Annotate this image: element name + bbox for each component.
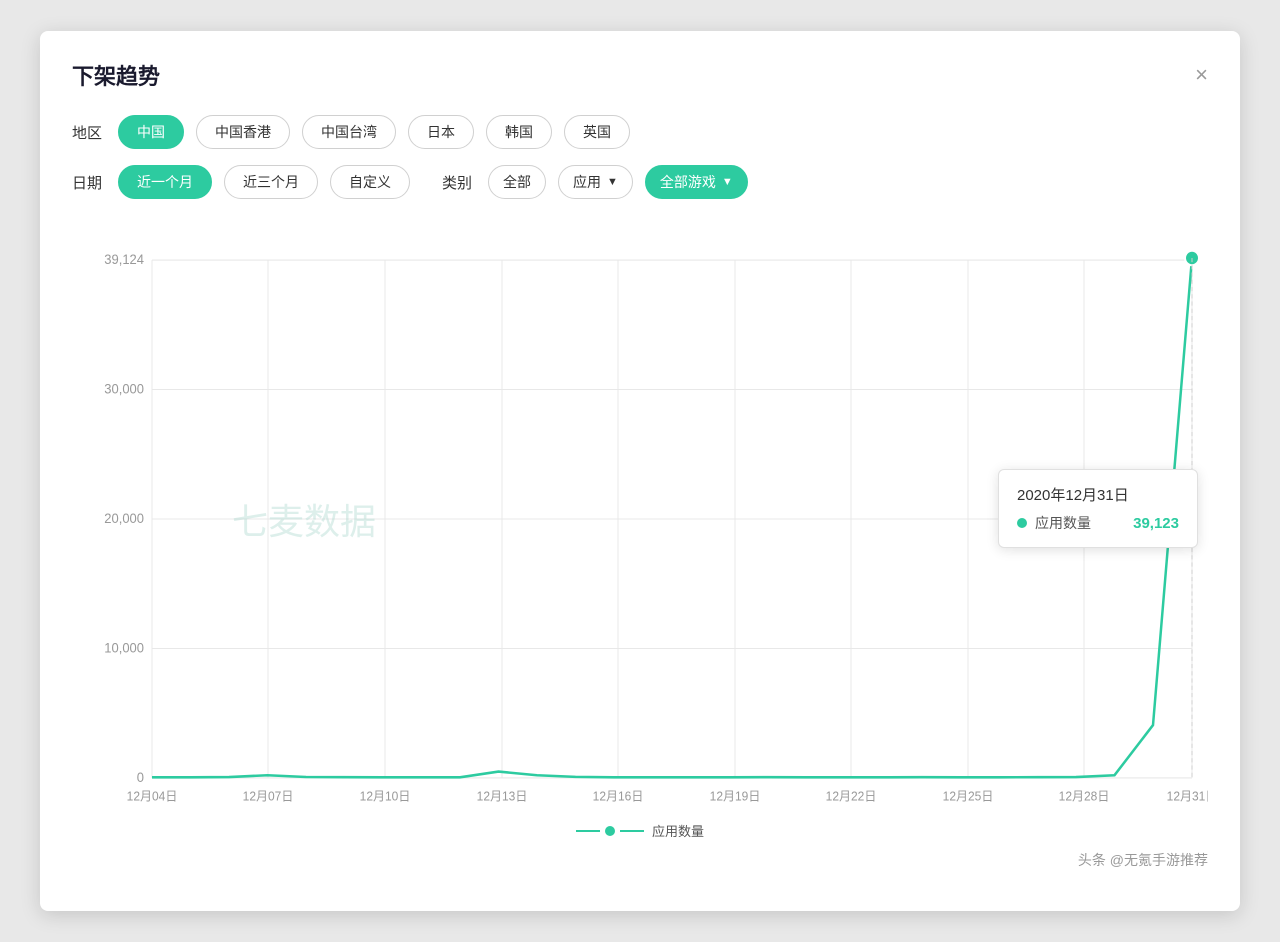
svg-text:12月07日: 12月07日: [243, 790, 294, 804]
svg-text:30,000: 30,000: [104, 381, 144, 396]
tooltip-date: 2020年12月31日: [1017, 484, 1179, 505]
tooltip-metric-value: 39,123: [1133, 515, 1179, 532]
modal-container: 下架趋势 × 地区 中国 中国香港 中国台湾 日本 韩国 英国 日期 近一个月 …: [40, 31, 1240, 911]
region-uk[interactable]: 英国: [564, 115, 630, 149]
svg-text:12月22日: 12月22日: [826, 790, 877, 804]
category-all-label: 全部: [503, 172, 531, 192]
svg-text:12月13日: 12月13日: [477, 790, 528, 804]
date-one-month[interactable]: 近一个月: [118, 165, 212, 199]
svg-text:12月16日: 12月16日: [593, 790, 644, 804]
region-label: 地区: [72, 122, 102, 143]
category-game-label: 全部游戏: [660, 172, 716, 192]
svg-text:12月19日: 12月19日: [710, 790, 761, 804]
date-three-months[interactable]: 近三个月: [224, 165, 318, 199]
legend-line: [576, 830, 600, 832]
svg-text:12月10日: 12月10日: [360, 790, 411, 804]
chart-legend: 应用数量: [72, 821, 1208, 840]
region-japan[interactable]: 日本: [408, 115, 474, 149]
tooltip-metric-name: 应用数量: [1035, 513, 1091, 533]
svg-text:10,000: 10,000: [104, 640, 144, 655]
category-all-select[interactable]: 全部: [488, 165, 546, 199]
category-game-select[interactable]: 全部游戏 ▼: [645, 165, 748, 199]
category-app-select[interactable]: 应用 ▼: [558, 165, 633, 199]
svg-text:0: 0: [137, 770, 144, 785]
footer-watermark: 头条 @无氪手游推荐: [72, 850, 1208, 870]
region-hongkong[interactable]: 中国香港: [196, 115, 290, 149]
modal-header: 下架趋势 ×: [72, 59, 1208, 91]
svg-text:20,000: 20,000: [104, 511, 144, 526]
tooltip-dot-icon: [1017, 518, 1027, 528]
chart-tooltip: 2020年12月31日 应用数量 39,123: [998, 469, 1198, 548]
region-filter-row: 地区 中国 中国香港 中国台湾 日本 韩国 英国: [72, 115, 1208, 149]
category-label: 类别: [442, 172, 472, 193]
category-app-label: 应用: [573, 172, 601, 192]
close-button[interactable]: ×: [1195, 64, 1208, 86]
region-korea[interactable]: 韩国: [486, 115, 552, 149]
date-filter-row: 日期 近一个月 近三个月 自定义 类别 全部 应用 ▼ 全部游戏 ▼: [72, 165, 1208, 199]
chevron-down-icon-game: ▼: [722, 176, 733, 188]
legend-dot-icon: [605, 826, 615, 836]
modal-title: 下架趋势: [72, 59, 160, 91]
svg-text:39,124: 39,124: [104, 252, 144, 267]
legend-label: 应用数量: [652, 821, 704, 840]
legend-line-2: [620, 830, 644, 832]
chevron-down-icon: ▼: [607, 176, 618, 188]
svg-text:12月28日: 12月28日: [1059, 790, 1110, 804]
region-taiwan[interactable]: 中国台湾: [302, 115, 396, 149]
svg-text:12月31日: 12月31日: [1167, 790, 1208, 804]
region-china[interactable]: 中国: [118, 115, 184, 149]
tooltip-metric-row: 应用数量 39,123: [1017, 513, 1179, 533]
chart-area: 39,124 30,000 20,000 10,000 0 12月04日 12月…: [72, 229, 1208, 809]
date-label: 日期: [72, 172, 102, 193]
svg-text:12月04日: 12月04日: [127, 790, 178, 804]
date-custom[interactable]: 自定义: [330, 165, 410, 199]
svg-text:12月25日: 12月25日: [943, 790, 994, 804]
